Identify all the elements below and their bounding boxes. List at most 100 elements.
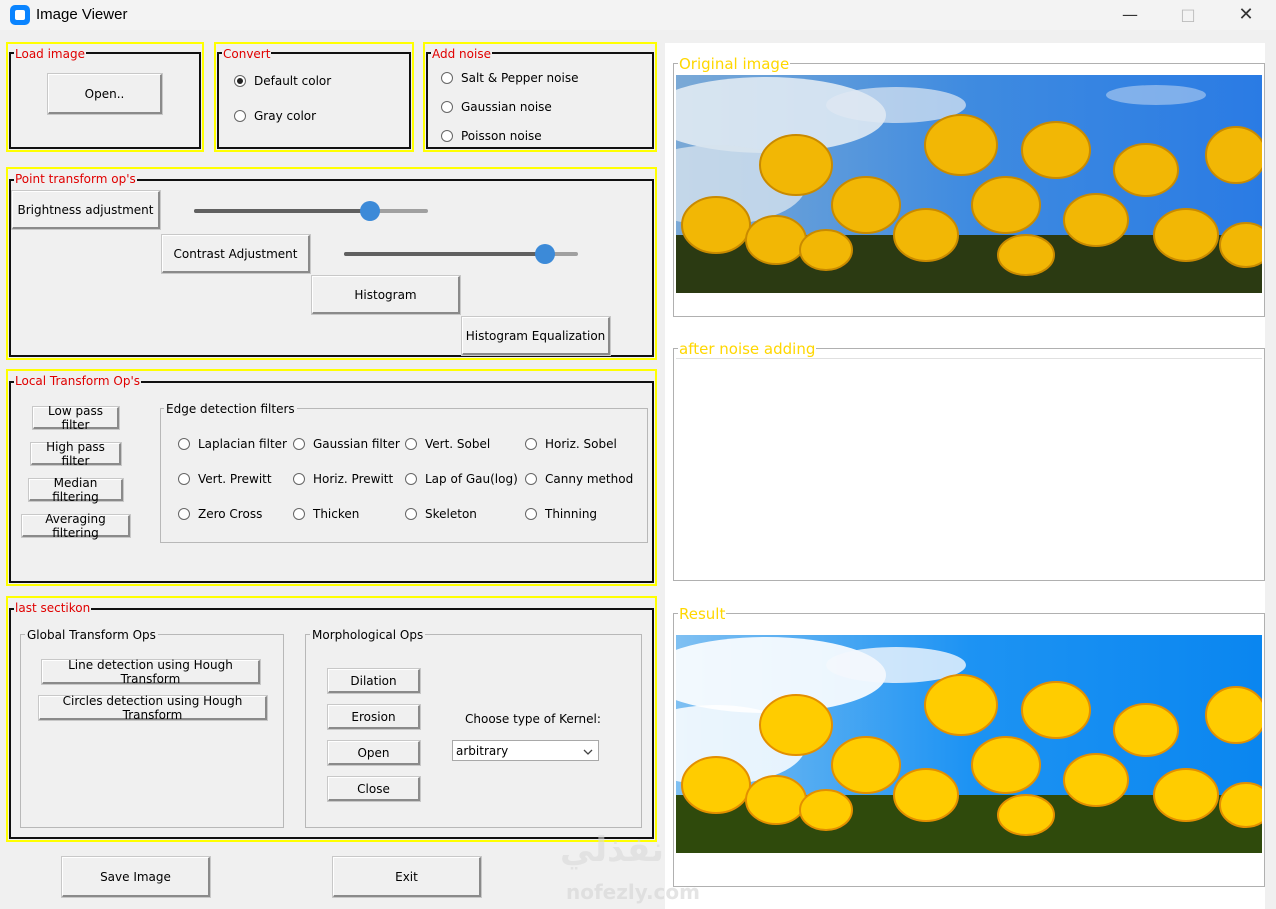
radio-edge-zero-cross[interactable]: Zero Cross <box>178 507 262 521</box>
brightness-slider[interactable] <box>194 201 428 221</box>
chevron-down-icon <box>583 744 593 758</box>
radio-label: Gaussian filter <box>313 437 400 451</box>
exit-button[interactable]: Exit <box>333 857 481 897</box>
radio-label: Thicken <box>313 507 360 521</box>
local-transform-label: Local Transform Op's <box>14 374 142 388</box>
low-pass-filter-button[interactable]: Low pass filter <box>33 404 119 432</box>
radio-label: Poisson noise <box>461 129 542 143</box>
local-transform-frame: Local Transform Op's Low pass filter Hig… <box>6 369 657 586</box>
radio-edge-vert-prewitt[interactable]: Vert. Prewitt <box>178 472 272 486</box>
original-image-label: Original image <box>678 55 791 73</box>
global-transform-label: Global Transform Ops <box>25 628 158 642</box>
result-image <box>676 635 1262 853</box>
radio-label: Default color <box>254 74 332 88</box>
image-panel: Original image after noise adding Result <box>665 43 1265 909</box>
radio-label: Laplacian filter <box>198 437 287 451</box>
radio-label: Zero Cross <box>198 507 263 521</box>
last-section-frame: last sectikon Global Transform Ops Line … <box>6 596 657 842</box>
dilation-button[interactable]: Dilation <box>328 669 420 693</box>
radio-dot-icon <box>293 508 305 520</box>
last-section-label: last sectikon <box>14 601 92 615</box>
radio-dot-icon <box>293 438 305 450</box>
radio-label: Skeleton <box>425 507 477 521</box>
edge-detection-label: Edge detection filters <box>164 402 297 416</box>
open-button[interactable]: Open.. <box>48 74 162 114</box>
radio-dot-icon <box>525 438 537 450</box>
convert-border <box>217 52 411 149</box>
radio-label: Vert. Sobel <box>425 437 491 451</box>
open-morph-button[interactable]: Open <box>328 741 420 765</box>
brightness-slider-thumb[interactable] <box>359 201 380 221</box>
kernel-type-label: Choose type of Kernel: <box>465 712 601 726</box>
radio-edge-gaussian-filter[interactable]: Gaussian filter <box>293 437 400 451</box>
radio-dot-icon <box>405 508 417 520</box>
erosion-button[interactable]: Erosion <box>328 705 420 729</box>
watermark-logo: نفذلي <box>560 830 665 870</box>
brightness-adjustment-button[interactable]: Brightness adjustment <box>12 191 160 229</box>
result-image-label: Result <box>678 605 727 623</box>
radio-dot-icon <box>441 101 453 113</box>
add-noise-frame: Add noise Salt & Pepper noise Gaussian n… <box>423 42 657 152</box>
save-image-button[interactable]: Save Image <box>62 857 210 897</box>
histogram-button[interactable]: Histogram <box>312 276 460 314</box>
radio-label: Gaussian noise <box>461 100 552 114</box>
contrast-adjustment-button[interactable]: Contrast Adjustment <box>162 235 310 273</box>
original-image <box>676 75 1262 293</box>
radio-edge-lap-of-gau-log[interactable]: Lap of Gau(log) <box>405 472 518 486</box>
median-filtering-button[interactable]: Median filtering <box>29 476 123 504</box>
radio-dot-icon <box>441 72 453 84</box>
radio-edge-laplacian-filter[interactable]: Laplacian filter <box>178 437 287 451</box>
convert-label: Convert <box>222 47 272 61</box>
close-button[interactable]: ✕ <box>1216 0 1276 30</box>
radio-edge-horiz-sobel[interactable]: Horiz. Sobel <box>525 437 617 451</box>
radio-dot-icon <box>405 438 417 450</box>
radio-label: Thinning <box>545 507 598 521</box>
maximize-button[interactable]: □ <box>1158 0 1218 30</box>
radio-default-color[interactable]: Default color <box>234 74 331 88</box>
contrast-slider[interactable] <box>344 244 578 264</box>
radio-label: Vert. Prewitt <box>198 472 272 486</box>
radio-dot-icon <box>441 130 453 142</box>
radio-poisson-noise[interactable]: Poisson noise <box>441 129 542 143</box>
noise-image-label: after noise adding <box>678 340 817 358</box>
close-morph-button[interactable]: Close <box>328 777 420 801</box>
radio-label: Horiz. Prewitt <box>313 472 394 486</box>
radio-dot-icon <box>405 473 417 485</box>
radio-edge-canny-method[interactable]: Canny method <box>525 472 633 486</box>
radio-label: Canny method <box>545 472 634 486</box>
radio-label: Gray color <box>254 109 317 123</box>
radio-edge-horiz-prewitt[interactable]: Horiz. Prewitt <box>293 472 393 486</box>
averaging-filtering-button[interactable]: Averaging filtering <box>22 512 130 540</box>
radio-edge-thicken[interactable]: Thicken <box>293 507 359 521</box>
radio-salt-pepper-noise[interactable]: Salt & Pepper noise <box>441 71 578 85</box>
radio-dot-icon <box>178 508 190 520</box>
radio-label: Horiz. Sobel <box>545 437 617 451</box>
radio-label: Lap of Gau(log) <box>425 472 518 486</box>
radio-dot-icon <box>234 75 246 87</box>
morphological-label: Morphological Ops <box>310 628 426 642</box>
radio-edge-vert-sobel[interactable]: Vert. Sobel <box>405 437 490 451</box>
kernel-type-value: arbitrary <box>456 743 509 758</box>
kernel-type-select[interactable]: arbitrary <box>452 740 599 761</box>
radio-edge-thinning[interactable]: Thinning <box>525 507 597 521</box>
radio-dot-icon <box>178 438 190 450</box>
watermark-url: nofezly.com <box>566 880 700 904</box>
minimize-button[interactable]: — <box>1100 0 1160 30</box>
radio-label: Salt & Pepper noise <box>461 71 579 85</box>
histogram-equalization-button[interactable]: Histogram Equalization <box>462 317 610 355</box>
radio-dot-icon <box>525 508 537 520</box>
title-bar: Image Viewer — □ ✕ <box>0 0 1276 30</box>
radio-edge-skeleton[interactable]: Skeleton <box>405 507 477 521</box>
load-image-label: Load image <box>14 47 86 61</box>
radio-gray-color[interactable]: Gray color <box>234 109 316 123</box>
window-title: Image Viewer <box>36 6 128 23</box>
line-detection-hough-button[interactable]: Line detection using Hough Transform <box>42 658 260 686</box>
circles-detection-hough-button[interactable]: Circles detection using Hough Transform <box>39 694 267 722</box>
add-noise-label: Add noise <box>431 47 492 61</box>
app-icon <box>10 5 30 25</box>
radio-gaussian-noise[interactable]: Gaussian noise <box>441 100 552 114</box>
convert-frame: Convert Default color Gray color <box>214 42 414 152</box>
point-transform-label: Point transform op's <box>14 172 137 186</box>
radio-dot-icon <box>178 473 190 485</box>
high-pass-filter-button[interactable]: High pass filter <box>31 440 121 468</box>
